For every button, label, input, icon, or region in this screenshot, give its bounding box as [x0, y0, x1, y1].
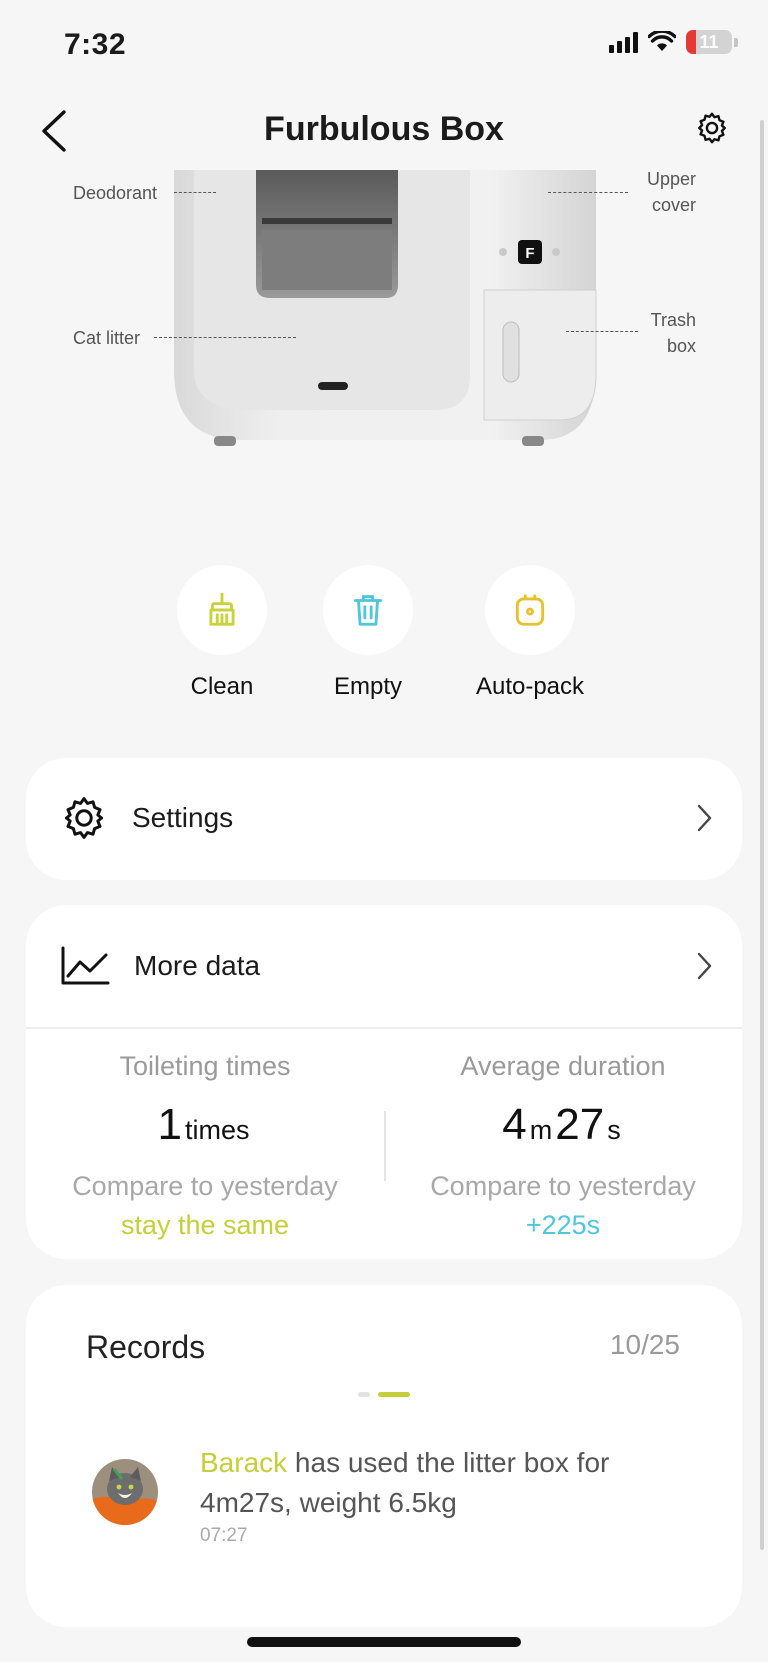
toileting-compare: Compare to yesterday — [72, 1170, 338, 1201]
toileting-count: 1 — [157, 1099, 182, 1149]
duration-compare: Compare to yesterday — [430, 1170, 696, 1201]
device-settings-button[interactable] — [694, 110, 730, 146]
duration-minutes: 4 — [502, 1099, 527, 1149]
gear-icon — [64, 797, 104, 839]
callout-upper-cover: Upper cover — [646, 169, 696, 215]
status-time: 7:32 — [64, 28, 127, 61]
avatar — [92, 1459, 158, 1525]
stats-divider — [384, 1110, 386, 1181]
duration-minutes-unit: m — [529, 1114, 553, 1145]
records-date: 10/25 — [609, 1329, 680, 1360]
chevron-right-icon — [697, 952, 712, 980]
wifi-icon — [648, 31, 676, 51]
auto-pack-icon — [515, 594, 545, 626]
settings-label: Settings — [132, 802, 234, 833]
duration-seconds-unit: s — [607, 1114, 621, 1145]
duration-stat: Average duration 4 m27 s Compare to yester… — [384, 1029, 742, 1259]
record-cat-name: Barack — [200, 1447, 288, 1478]
record-time: 07:27 — [200, 1525, 248, 1546]
home-indicator[interactable] — [247, 1637, 521, 1647]
stats-panel: Toileting times 1 times Compare to yester… — [26, 1029, 742, 1259]
page-dot-active — [378, 1392, 410, 1397]
callout-cat-litter: Cat litter — [73, 328, 141, 348]
toileting-stat: Toileting times 1 times Compare to yester… — [26, 1029, 384, 1259]
records-title: Records — [86, 1329, 206, 1365]
status-icons: 11 — [609, 30, 738, 54]
trash-icon — [353, 595, 383, 626]
more-data-card: More data Toileting times 1 times Compare… — [26, 905, 742, 1259]
battery-level: 11 — [699, 31, 719, 52]
duration-title: Average duration — [460, 1050, 666, 1081]
auto-pack-label: Auto-pack — [475, 673, 585, 700]
battery-indicator: 11 — [686, 30, 738, 54]
list-item[interactable]: Barack has used the litter box for 4m27s… — [26, 1397, 742, 1547]
callout-trash-box: Trash box — [650, 310, 696, 356]
auto-pack-button[interactable]: Auto-pack — [460, 565, 600, 701]
duration-seconds: 27 — [555, 1099, 605, 1149]
duration-value: 4 m27 s — [384, 1096, 742, 1159]
broom-icon — [209, 592, 235, 626]
page-title: Furbulous Box — [264, 110, 504, 148]
empty-label: Empty — [333, 673, 402, 700]
settings-card: Settings — [26, 758, 742, 880]
settings-row[interactable]: Settings — [26, 758, 742, 878]
toileting-delta: stay the same — [120, 1209, 290, 1240]
more-data-row[interactable]: More data — [26, 905, 742, 1027]
status-bar: 7:32 11 — [0, 0, 768, 90]
toileting-value: 1 times — [26, 1096, 384, 1159]
line-chart-icon — [61, 946, 110, 985]
duration-delta: +225s — [525, 1209, 601, 1240]
toileting-title: Toileting times — [119, 1050, 291, 1081]
product-illustration: F Deodorant Cat litter Upper cover Trash… — [0, 169, 768, 470]
panel-letter: F — [525, 245, 534, 262]
cat-avatar-image — [92, 1459, 158, 1525]
more-data-label: More data — [134, 950, 261, 981]
gear-icon — [698, 112, 726, 144]
scrollbar[interactable] — [760, 120, 764, 1550]
quick-actions: Clean Empty Auto-pack — [0, 565, 768, 705]
empty-button[interactable]: Empty — [298, 565, 438, 701]
records-card: Records 10/25 Barack has used the litter… — [26, 1285, 742, 1627]
clean-label: Clean — [190, 673, 254, 700]
clean-button[interactable]: Clean — [152, 565, 292, 701]
callout-deodorant: Deodorant — [73, 183, 158, 203]
chevron-right-icon — [697, 804, 712, 832]
nav-bar: Furbulous Box — [0, 96, 768, 168]
cellular-signal-icon — [609, 31, 638, 53]
page-dot — [358, 1392, 370, 1397]
record-text: Barack has used the litter box for 4m27s… — [200, 1443, 702, 1523]
toileting-unit: times — [184, 1114, 250, 1145]
